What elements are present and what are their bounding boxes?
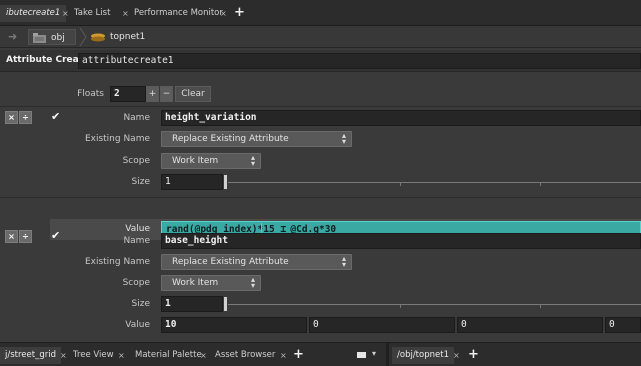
node-type-label: Attribute Create [6,55,90,65]
remove-float-button[interactable]: − [160,86,173,102]
existing-name-label: Existing Name [84,257,150,267]
node-header: Attribute Create attributecreate1 [0,50,641,72]
size-label: Size [131,299,150,309]
value-field-0[interactable]: 10 [161,317,307,333]
floats-count-field[interactable]: 2 [110,86,146,102]
tab-close-icon[interactable]: × [220,5,227,22]
folder-icon [33,33,46,43]
chevron-down-icon[interactable]: ▾ [372,349,376,358]
updown-arrows-icon: ▴ ▾ [250,275,255,290]
slider-tick [540,183,541,186]
value-label: Value [125,224,150,234]
breadcrumb-topnet1[interactable]: topnet1 [90,29,160,45]
dropdown-value: Work Item [172,156,219,166]
scope-dropdown[interactable]: Work Item ▴ ▾ [161,275,261,291]
dropdown-value: Replace Existing Attribute [172,134,289,144]
tab-asset-browser[interactable]: Asset Browser [210,347,280,364]
tab-close-icon[interactable]: × [60,347,67,364]
floats-label: Floats [77,89,104,99]
slider-tick [400,305,401,308]
attribute-name-field[interactable]: base_height [161,233,641,249]
tab-close-icon[interactable]: × [280,347,287,364]
divider [0,106,641,107]
existing-name-dropdown[interactable]: Replace Existing Attribute ▴ ▾ [161,131,352,147]
scope-label: Scope [122,156,150,166]
scope-label: Scope [122,278,150,288]
tab-label: /obj/topnet1 [397,350,449,360]
remove-entry-button[interactable]: × [5,230,18,243]
size-field[interactable]: 1 [161,296,223,312]
pane-splitter[interactable] [386,342,389,366]
size-slider-track[interactable] [228,304,641,305]
size-field[interactable]: 1 [161,174,223,190]
value-field-3[interactable]: 0 [605,317,641,333]
tab-label: Tree View [73,350,114,360]
clear-button[interactable]: Clear [175,86,211,102]
slider-tick [540,305,541,308]
tab-close-icon[interactable]: × [453,347,460,364]
tab-take-list[interactable]: Take List [68,5,116,22]
tab-label: Asset Browser [215,350,276,360]
pane-menu-icon[interactable] [357,352,366,358]
arrow-right-icon[interactable]: ➜ [8,30,17,43]
divider [0,197,641,198]
tab-label: ibutecreate1 [6,8,61,18]
add-tab-icon[interactable]: + [468,347,479,362]
slider-tick [400,183,401,186]
size-slider-handle[interactable] [224,297,227,311]
dropdown-value: Replace Existing Attribute [172,257,289,267]
enable-checkbox[interactable]: ✔ [51,229,60,242]
tab-label: Performance Monitor [134,8,223,18]
size-slider-handle[interactable] [224,175,227,189]
tab-label: Material Palette [135,350,202,360]
updown-arrows-icon: ▴ ▾ [250,153,255,168]
enable-checkbox[interactable]: ✔ [51,110,60,123]
bottom-tab-bar: j/street_grid × Tree View × Material Pal… [0,342,641,366]
tab-label: j/street_grid [5,350,56,360]
top-tab-bar: ibutecreate1 × Take List × Performance M… [0,0,641,26]
breadcrumb-label: topnet1 [110,32,146,42]
existing-name-label: Existing Name [84,134,150,144]
node-name-field[interactable]: attributecreate1 [78,53,641,69]
add-tab-icon[interactable]: + [293,347,304,362]
tab-obj-topnet1[interactable]: /obj/topnet1 [392,347,454,364]
tab-material-palette[interactable]: Material Palette [130,347,207,364]
size-slider-track[interactable] [228,182,641,183]
topnet-icon [91,33,105,42]
existing-name-dropdown[interactable]: Replace Existing Attribute ▴ ▾ [161,254,352,270]
value-label: Value [125,320,150,330]
tab-close-icon[interactable]: × [118,347,125,364]
tab-attributecreate[interactable]: ibutecreate1 [0,5,67,22]
updown-arrows-icon: ▴ ▾ [341,131,346,146]
breadcrumb-separator-icon [79,27,87,47]
tab-street-grid[interactable]: j/street_grid [0,347,61,364]
value-field-2[interactable]: 0 [457,317,603,333]
remove-entry-button[interactable]: × [5,111,18,124]
updown-arrows-icon: ▴ ▾ [341,254,346,269]
tab-close-icon[interactable]: × [200,347,207,364]
breadcrumb-label: obj [51,33,65,43]
tab-tree-view[interactable]: Tree View [68,347,119,364]
scope-dropdown[interactable]: Work Item ▴ ▾ [161,153,261,169]
tab-label: Take List [74,8,111,18]
move-entry-button[interactable]: ÷ [19,230,32,243]
tab-performance-monitor[interactable]: Performance Monitor [128,5,229,22]
add-tab-icon[interactable]: + [234,5,245,20]
attribute-name-field[interactable]: height_variation [161,110,641,126]
move-entry-button[interactable]: ÷ [19,111,32,124]
value-field-1[interactable]: 0 [309,317,455,333]
path-bar: ➜ obj topnet1 [0,26,641,48]
size-label: Size [131,177,150,187]
dropdown-value: Work Item [172,278,219,288]
name-label: Name [123,236,150,246]
breadcrumb-obj[interactable]: obj [28,29,76,45]
name-label: Name [123,113,150,123]
add-float-button[interactable]: + [146,86,159,102]
